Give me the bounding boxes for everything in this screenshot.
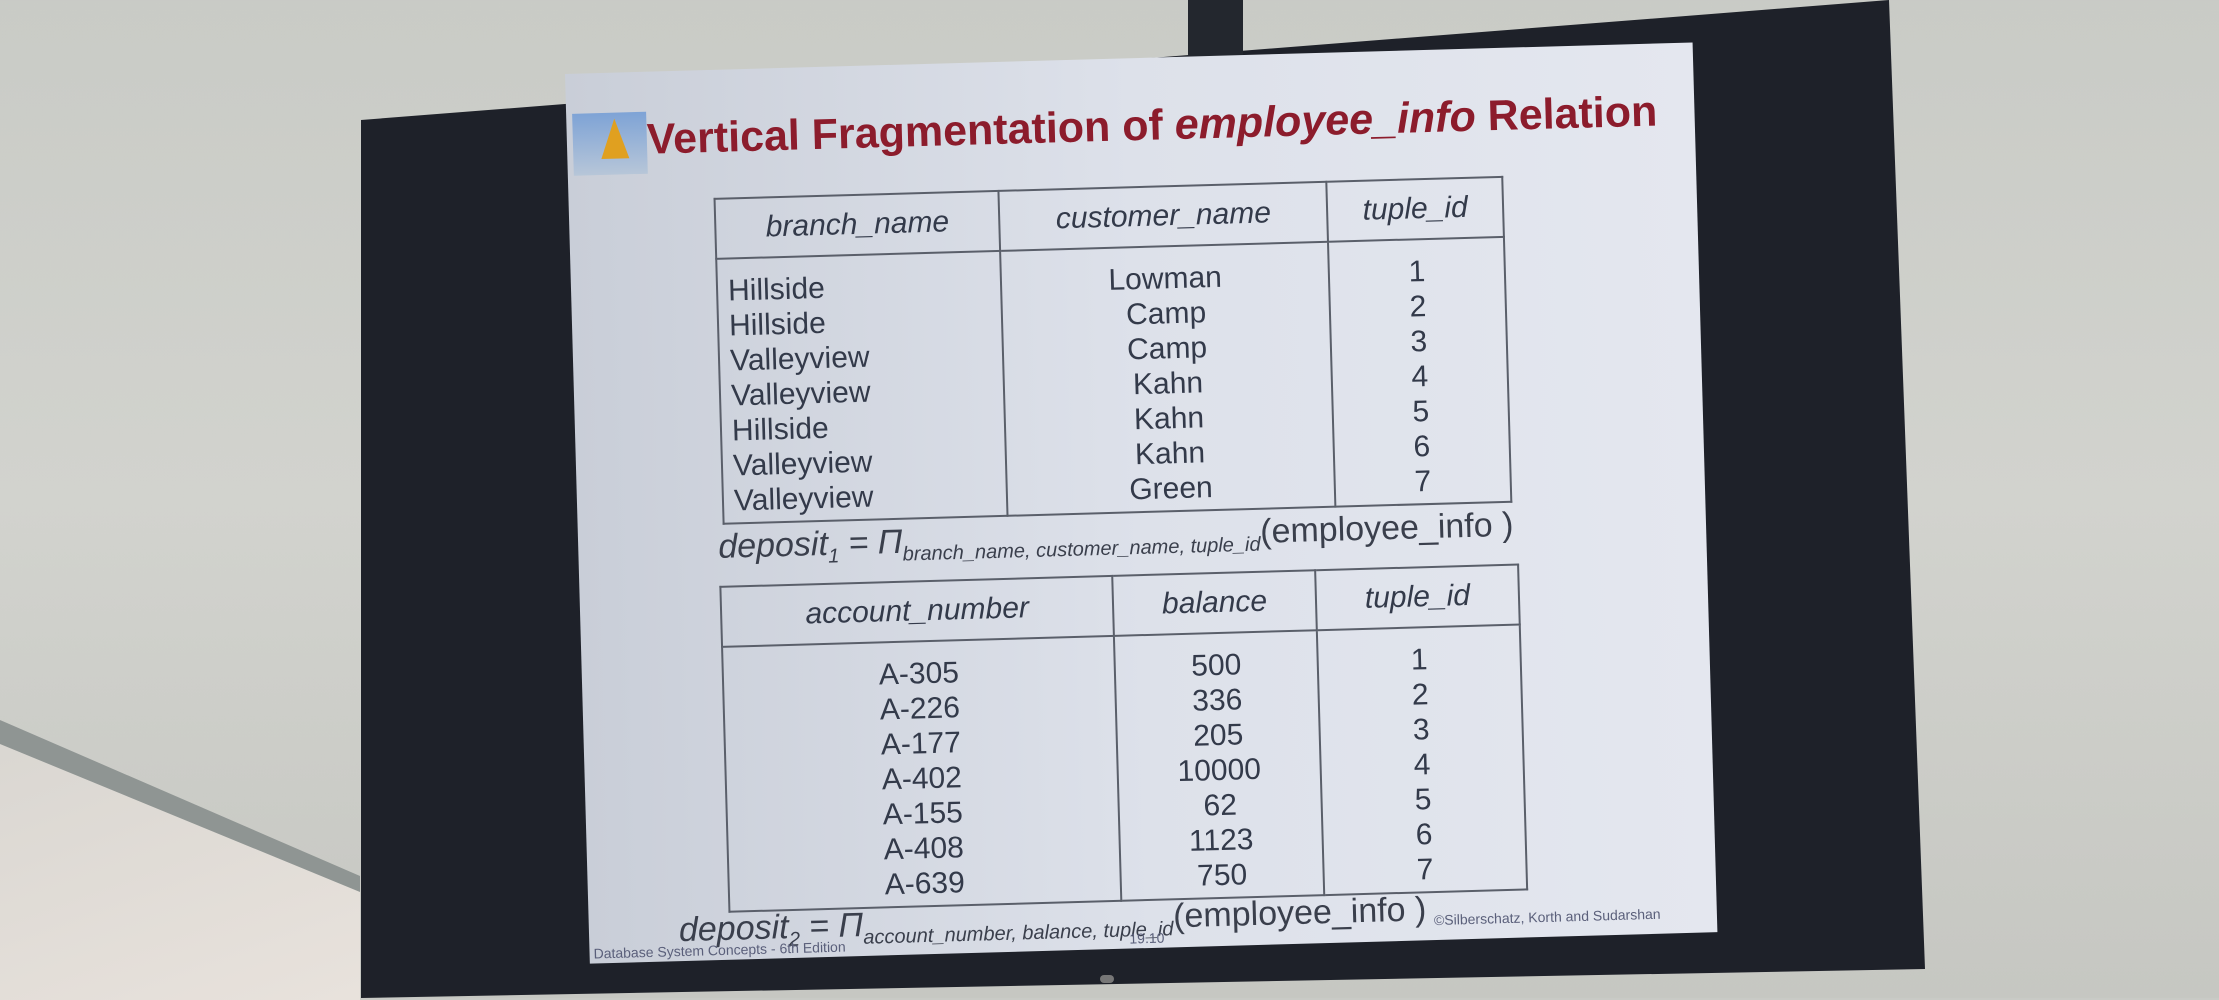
- slide-title: Vertical Fragmentation of employee_info …: [646, 88, 1658, 165]
- table-cell: 3: [1412, 713, 1430, 747]
- slide: Vertical Fragmentation of employee_info …: [565, 42, 1718, 964]
- table-cell: 1: [1408, 255, 1426, 289]
- deposit1-table: branch_name customer_name tuple_id Hillsid…: [714, 176, 1513, 525]
- footer-copyright: ©Silberschatz, Korth and Sudarshan: [1433, 905, 1661, 929]
- table-cell: 10000: [1177, 752, 1262, 789]
- column-cell: Lowman Camp Camp Kahn Kahn Kahn Green: [1000, 241, 1336, 516]
- column-header: account_number: [720, 575, 1114, 647]
- footer-page-number: 19.10: [1129, 929, 1165, 947]
- projection-attributes: account_number, balance, tuple_id: [863, 918, 1174, 949]
- projection-symbol: = Π: [838, 522, 903, 563]
- column-header: balance: [1112, 570, 1317, 636]
- sailboat-logo-icon: [572, 111, 648, 176]
- formula-argument: (employee_info ): [1172, 890, 1427, 936]
- table-cell: 4: [1413, 748, 1431, 782]
- table-cell: 3: [1410, 325, 1428, 359]
- column-cell: 500 336 205 10000 62 1123 750: [1113, 630, 1325, 901]
- formula-lhs-sub: 1: [827, 545, 840, 568]
- table-cell: 4: [1411, 360, 1429, 394]
- deposit2-table: account_number balance tuple_id A-305 A-226…: [719, 564, 1528, 913]
- table-cell: 205: [1192, 718, 1244, 753]
- table-cell: 5: [1414, 783, 1432, 817]
- column-header: customer_name: [998, 181, 1329, 251]
- title-relation: employee_info: [1174, 92, 1477, 149]
- column-header: branch_name: [714, 190, 1001, 259]
- title-text: Vertical Fragmentation of: [646, 101, 1176, 164]
- table-cell: 2: [1409, 290, 1427, 324]
- table-cell: Green: [1128, 471, 1214, 507]
- projection-attributes: branch_name, customer_name, tuple_id: [902, 533, 1261, 566]
- column-cell: 1234567: [1316, 624, 1528, 896]
- table-cell: 6: [1415, 818, 1433, 852]
- table-cell: 7: [1413, 464, 1432, 499]
- column-cell: A-305 A-226 A-177 A-402 A-155 A-408 A-639: [722, 635, 1122, 912]
- formula-lhs: deposit: [717, 524, 829, 566]
- table-cell: 6: [1413, 429, 1431, 464]
- table-cell: 336: [1191, 683, 1243, 718]
- column-cell: 1234567: [1328, 236, 1512, 507]
- column-header: tuple_id: [1315, 564, 1520, 631]
- table-cell: 1123: [1188, 823, 1254, 858]
- formula-argument: (employee_info ): [1259, 505, 1514, 551]
- table-cell: 5: [1412, 395, 1430, 429]
- tv-mount: [1188, 0, 1243, 60]
- table-cell: 7: [1416, 853, 1434, 887]
- column-cell: Hillside Hillside Valleyview Valleyview Hill…: [716, 250, 1008, 524]
- table-cell: 2: [1411, 678, 1429, 712]
- table-cell: 62: [1203, 788, 1238, 823]
- table-cell: 750: [1196, 858, 1248, 893]
- table-cell: Valleyview: [733, 480, 874, 518]
- table-cell: 500: [1190, 648, 1242, 683]
- tv-power-led: [1100, 975, 1114, 983]
- column-header: tuple_id: [1326, 176, 1504, 242]
- table-cell: 1: [1410, 643, 1428, 677]
- title-text-suffix: Relation: [1475, 87, 1658, 141]
